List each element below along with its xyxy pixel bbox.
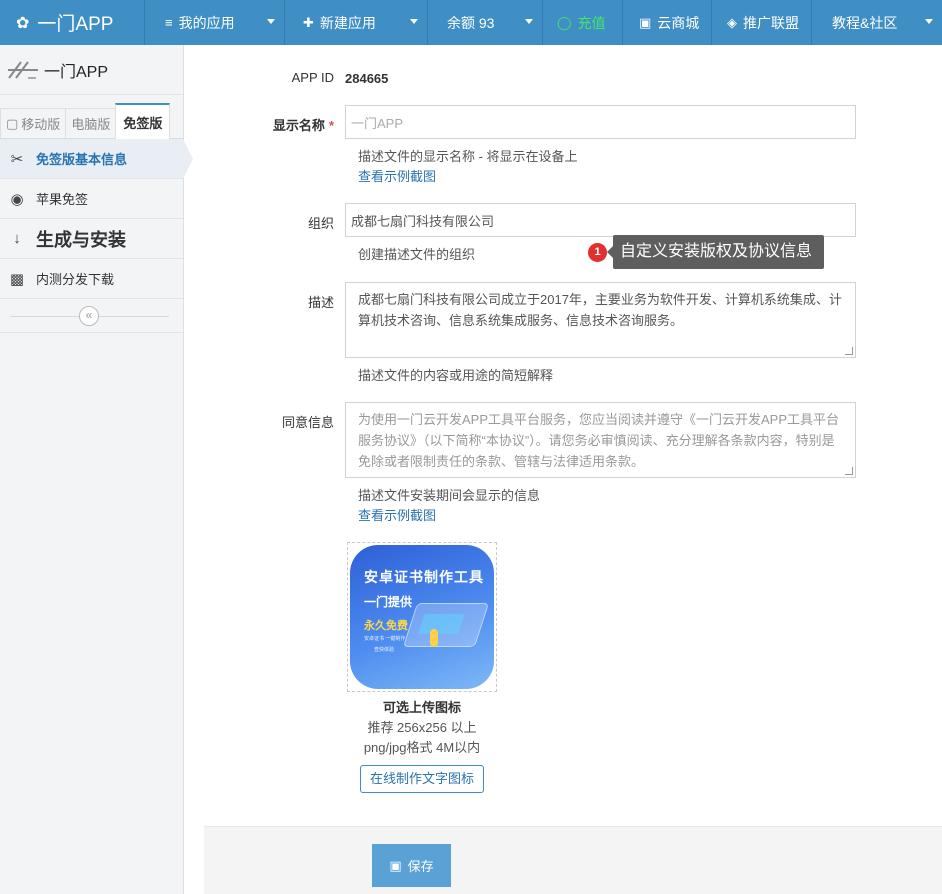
icon-text-free: 永久免费: [364, 620, 408, 632]
diamond-icon: ◈: [727, 14, 737, 30]
nav-cloud-store-label: 云商城: [657, 14, 700, 31]
brand-name: 一门APP: [37, 14, 114, 35]
sidebar-item-label: 免签版基本信息: [36, 152, 128, 167]
nav-my-apps-label: 我的应用: [178, 14, 235, 31]
chevron-down-icon: [410, 19, 418, 24]
nav-promo[interactable]: ◈ 推广联盟: [712, 0, 812, 45]
leaf-icon: ✿: [16, 14, 30, 32]
icon-text-try: 查快体验: [374, 647, 395, 653]
chevron-down-icon: [525, 19, 533, 24]
sidebar-item-label: 内测分发下载: [36, 272, 115, 287]
sidebar-collapse: «: [0, 299, 183, 333]
consent-textarea[interactable]: 为使用一门云开发APP工具平台服务，您应当阅读并遵守《一门云开发APP工具平台服…: [345, 402, 856, 478]
sidebar: 一门APP ▢ 移动版 电脑版 免签版 ✂ 免签版基本信息 ◉ 苹果免签 ↓ 生…: [0, 45, 193, 894]
sidebar-item-label: 苹果免签: [36, 192, 89, 207]
icon-upload-area[interactable]: 安卓证书制作工具 一门提供 永久免费 安卓证书 一键制作 查快体验: [347, 542, 497, 692]
version-tabs: ▢ 移动版 电脑版 免签版: [0, 95, 183, 139]
sidebar-app-name: 一门APP: [44, 63, 109, 81]
tab-mobile[interactable]: ▢ 移动版: [0, 108, 67, 138]
nav-cloud-store[interactable]: ▣ 云商城: [623, 0, 712, 45]
brand-logo[interactable]: ✿ 一门APP: [0, 0, 145, 45]
org-label: 组织: [307, 216, 334, 231]
sidebar-item-beta-distribution[interactable]: ▩ 内测分发下载: [0, 259, 183, 299]
view-example-link-2[interactable]: 查看示例截图: [358, 505, 436, 524]
nav-promo-label: 推广联盟: [743, 14, 799, 31]
app-id-value: 284665: [345, 71, 389, 86]
sidebar-item-build-install[interactable]: ↓ 生成与安装: [0, 219, 183, 259]
save-button-label: 保存: [407, 859, 434, 874]
nav-new-app[interactable]: ✚ 新建应用: [285, 0, 428, 45]
form-footer: [204, 826, 942, 894]
display-name-help: 描述文件的显示名称 - 将显示在设备上: [358, 149, 578, 164]
make-text-icon-button[interactable]: 在线制作文字图标: [360, 765, 484, 793]
sidebar-item-basic-info[interactable]: ✂ 免签版基本信息: [0, 139, 193, 179]
icon-format-hint: png/jpg格式 4M以内: [363, 740, 481, 755]
nav-my-apps[interactable]: ≡ 我的应用: [145, 0, 285, 45]
description-help: 描述文件的内容或用途的简短解释: [358, 368, 554, 383]
icon-text-small: 安卓证书 一键制作: [364, 636, 406, 642]
sidebar-item-apple-free-sign[interactable]: ◉ 苹果免签: [0, 179, 183, 219]
sort-numeric-icon: ↓: [13, 230, 21, 247]
qrcode-icon: ▩: [9, 270, 25, 288]
description-text: 成都七扇门科技有限公司成立于2017年，主要业务为软件开发、计算机系统集成、计算…: [358, 292, 842, 328]
bag-icon: ▣: [639, 14, 652, 30]
app-icon-preview: 安卓证书制作工具 一门提供 永久免费 安卓证书 一键制作 查快体验: [350, 545, 494, 689]
save-button[interactable]: ▣ 保存: [372, 844, 451, 887]
mobile-icon: ▢: [6, 115, 19, 131]
tab-desktop-label: 电脑版: [71, 117, 111, 132]
tablet-illustration: [402, 603, 490, 647]
icon-text-title: 安卓证书制作工具: [364, 569, 484, 585]
tab-signature-free[interactable]: 免签版: [115, 103, 171, 139]
org-input[interactable]: 成都七扇门科技有限公司: [345, 203, 856, 237]
person-illustration: [430, 629, 438, 647]
app-id-label: APP ID: [291, 70, 334, 85]
nav-recharge[interactable]: ◯ 充值: [543, 0, 623, 45]
plus-icon: ✚: [303, 14, 314, 30]
view-example-link[interactable]: 查看示例截图: [358, 166, 436, 185]
nav-balance-label: 余额 93: [447, 14, 495, 31]
collapse-sidebar-button[interactable]: «: [79, 306, 99, 326]
sidebar-item-label: 生成与安装: [36, 229, 126, 250]
consent-help: 描述文件安装期间会显示的信息: [358, 488, 541, 503]
floppy-disk-icon: ▣: [389, 857, 402, 873]
resize-grip-icon[interactable]: [845, 467, 853, 475]
tab-desktop[interactable]: 电脑版: [65, 108, 117, 138]
top-navbar: ✿ 一门APP ≡ 我的应用 ✚ 新建应用 余额 93 ◯ 充值 ▣ 云商城 ◈…: [0, 0, 942, 45]
tab-signature-free-label: 免签版: [123, 115, 163, 131]
resize-grip-icon[interactable]: [845, 347, 853, 355]
org-help: 创建描述文件的组织: [358, 247, 476, 262]
nav-new-app-label: 新建应用: [319, 14, 376, 31]
app-logo-icon: [8, 60, 38, 79]
hint-tooltip: 1 自定义安装版权及协议信息: [588, 235, 825, 269]
description-label: 描述: [307, 295, 334, 310]
description-textarea[interactable]: 成都七扇门科技有限公司成立于2017年，主要业务为软件开发、计算机系统集成、计算…: [345, 282, 856, 358]
yen-circle-icon: ◯: [557, 14, 572, 30]
chevron-down-icon: [267, 19, 275, 24]
tab-mobile-label: 移动版: [21, 117, 61, 132]
nav-balance[interactable]: 余额 93: [428, 0, 543, 45]
icon-text-provider: 一门提供: [364, 595, 413, 609]
tooltip-text: 自定义安装版权及协议信息: [606, 235, 825, 269]
scissors-icon: ✂: [10, 150, 24, 168]
nav-tutorials[interactable]: 教程&社区: [812, 0, 942, 45]
consent-placeholder-text: 为使用一门云开发APP工具平台服务，您应当阅读并遵守《一门云开发APP工具平台服…: [358, 412, 840, 469]
consent-label: 同意信息: [281, 415, 334, 430]
chevron-down-icon: [925, 19, 933, 24]
display-name-label-text: 显示名称: [272, 118, 325, 133]
sidebar-app-header: 一门APP: [0, 45, 183, 95]
icon-size-hint: 推荐 256x256 以上: [367, 720, 477, 735]
step-badge: 1: [588, 242, 607, 262]
display-name-input[interactable]: 一门APP: [345, 105, 856, 139]
nav-tutorials-label: 教程&社区: [832, 14, 898, 31]
list-icon: ≡: [165, 15, 173, 30]
display-name-label: 显示名称 *: [204, 115, 334, 134]
icon-upload-caption: 可选上传图标: [382, 700, 461, 715]
required-mark: *: [328, 118, 334, 133]
compass-icon: ◉: [10, 190, 24, 208]
nav-recharge-label: 充值: [577, 14, 606, 31]
